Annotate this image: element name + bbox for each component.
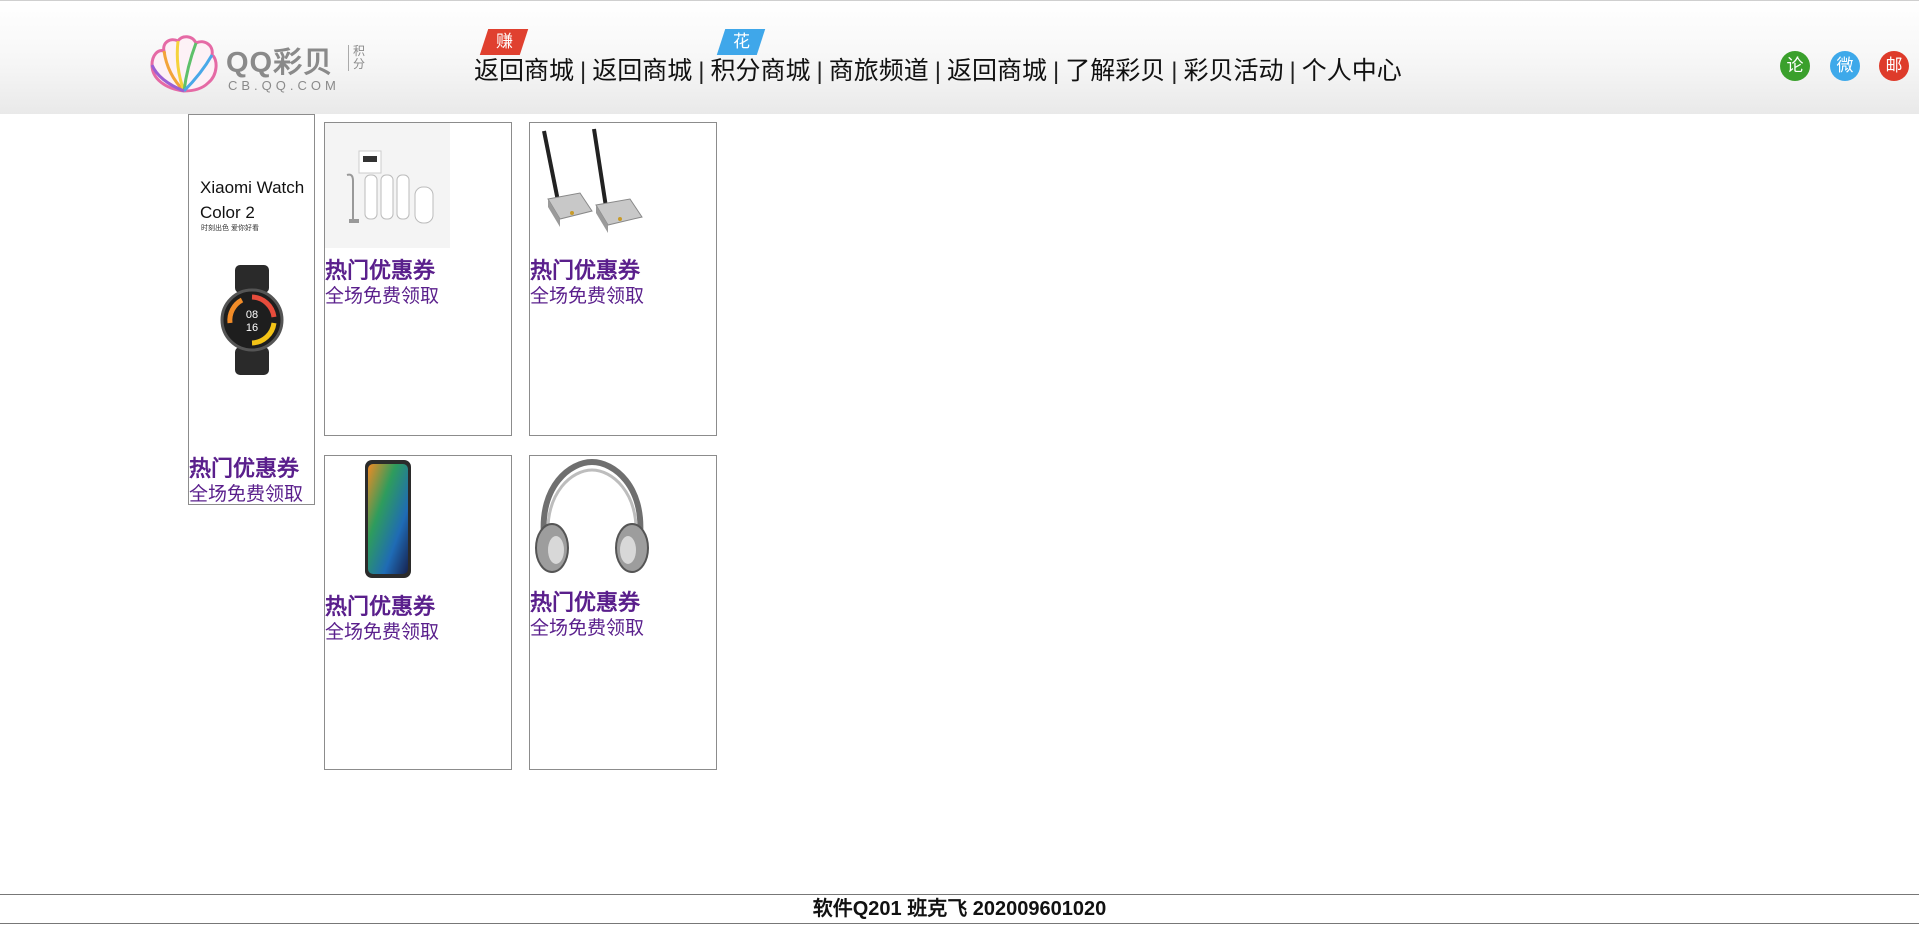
nav-item-travel-channel[interactable]: 商旅频道 bbox=[829, 51, 929, 87]
product-subtitle: 全场免费领取 bbox=[325, 286, 440, 307]
watch-ad-line2: Color 2 bbox=[200, 203, 255, 222]
nav-item-back-to-mall[interactable]: 赚 返回商城 bbox=[474, 29, 575, 87]
earn-badge: 赚 bbox=[479, 29, 529, 55]
nav-item-back-to-mall-3[interactable]: 返回商城 bbox=[947, 51, 1047, 87]
forum-icon[interactable]: 论 bbox=[1780, 51, 1810, 81]
watch-ad-line1: Xiaomi Watch bbox=[200, 178, 305, 197]
nav-item-back-to-mall-2[interactable]: 返回商城 bbox=[592, 51, 692, 87]
spend-badge: 花 bbox=[716, 29, 765, 55]
nav-label: 返回商城 bbox=[947, 57, 1048, 85]
nav-separator: | bbox=[580, 58, 587, 85]
nav-separator: | bbox=[934, 58, 941, 85]
main-nav: 赚 返回商城 | 返回商城 | 花 积分商城 | 商旅频道 | 返回商城 | 了… bbox=[474, 29, 1402, 87]
product-tile-water-purifier[interactable]: 热门优惠券 全场免费领取 bbox=[324, 122, 512, 436]
logo-jifen: 积分 bbox=[348, 45, 367, 71]
svg-text:08: 08 bbox=[246, 309, 258, 321]
nav-label: 了解彩贝 bbox=[1065, 57, 1166, 85]
nav-label: 积分商城 bbox=[710, 57, 811, 85]
svg-text:16: 16 bbox=[246, 322, 258, 334]
product-subtitle: 全场免费领取 bbox=[189, 484, 304, 505]
nav-separator: | bbox=[1289, 58, 1296, 85]
watch-ad-tagline: 时刻出色 爱你好看 bbox=[201, 225, 259, 232]
smartwatch-image: Xiaomi Watch Color 2 时刻出色 爱你好看 08 16 bbox=[189, 115, 314, 455]
site-header: QQ彩贝 积分 CB.QQ.COM 赚 返回商城 | 返回商城 | 花 积分商城… bbox=[0, 0, 1919, 114]
headphones-icon bbox=[535, 458, 649, 573]
nav-separator: | bbox=[698, 58, 705, 85]
smartphone-icon bbox=[365, 460, 411, 578]
weibo-icon[interactable]: 微 bbox=[1830, 51, 1860, 81]
nav-item-caibei-events[interactable]: 彩贝活动 bbox=[1184, 51, 1284, 87]
mail-icon[interactable]: 邮 bbox=[1879, 51, 1909, 81]
product-subtitle: 全场免费领取 bbox=[530, 618, 645, 639]
nav-separator: | bbox=[1053, 58, 1060, 85]
nav-label: 返回商城 bbox=[592, 57, 693, 85]
logo-title: QQ彩贝 bbox=[226, 47, 334, 79]
product-tile-smartphone[interactable]: 热门优惠券 全场免费领取 bbox=[324, 455, 512, 770]
watch-ad-headline: Xiaomi Watch Color 2 bbox=[200, 175, 304, 225]
shell-logo-icon bbox=[150, 35, 218, 93]
water-purifier-icon bbox=[325, 123, 450, 248]
nav-separator: | bbox=[1171, 58, 1178, 85]
product-subtitle: 全场免费领取 bbox=[530, 286, 645, 307]
wireless-transmitter-icon bbox=[530, 123, 655, 248]
nav-label: 个人中心 bbox=[1301, 57, 1402, 85]
nav-item-points-mall[interactable]: 花 积分商城 bbox=[710, 29, 811, 87]
nav-label: 返回商城 bbox=[474, 57, 575, 85]
product-subtitle: 全场免费领取 bbox=[325, 622, 440, 643]
nav-item-about-caibei[interactable]: 了解彩贝 bbox=[1065, 51, 1165, 87]
product-tile-smartwatch[interactable]: Xiaomi Watch Color 2 时刻出色 爱你好看 08 16 热门优… bbox=[188, 114, 315, 505]
nav-label: 彩贝活动 bbox=[1183, 57, 1284, 85]
product-tile-wireless-transmitter[interactable]: 热门优惠券 全场免费领取 bbox=[529, 122, 717, 436]
nav-item-personal-center[interactable]: 个人中心 bbox=[1302, 51, 1402, 87]
logo-domain: CB.QQ.COM bbox=[228, 78, 340, 93]
qq-caibei-logo[interactable]: QQ彩贝 积分 CB.QQ.COM bbox=[148, 35, 368, 97]
page-footer: 软件Q201 班克飞 202009601020 bbox=[0, 894, 1919, 924]
product-tile-headphones[interactable]: 热门优惠券 全场免费领取 bbox=[529, 455, 717, 770]
nav-label: 商旅频道 bbox=[828, 57, 929, 85]
watch-icon: 08 16 bbox=[220, 265, 284, 375]
nav-separator: | bbox=[816, 58, 823, 85]
